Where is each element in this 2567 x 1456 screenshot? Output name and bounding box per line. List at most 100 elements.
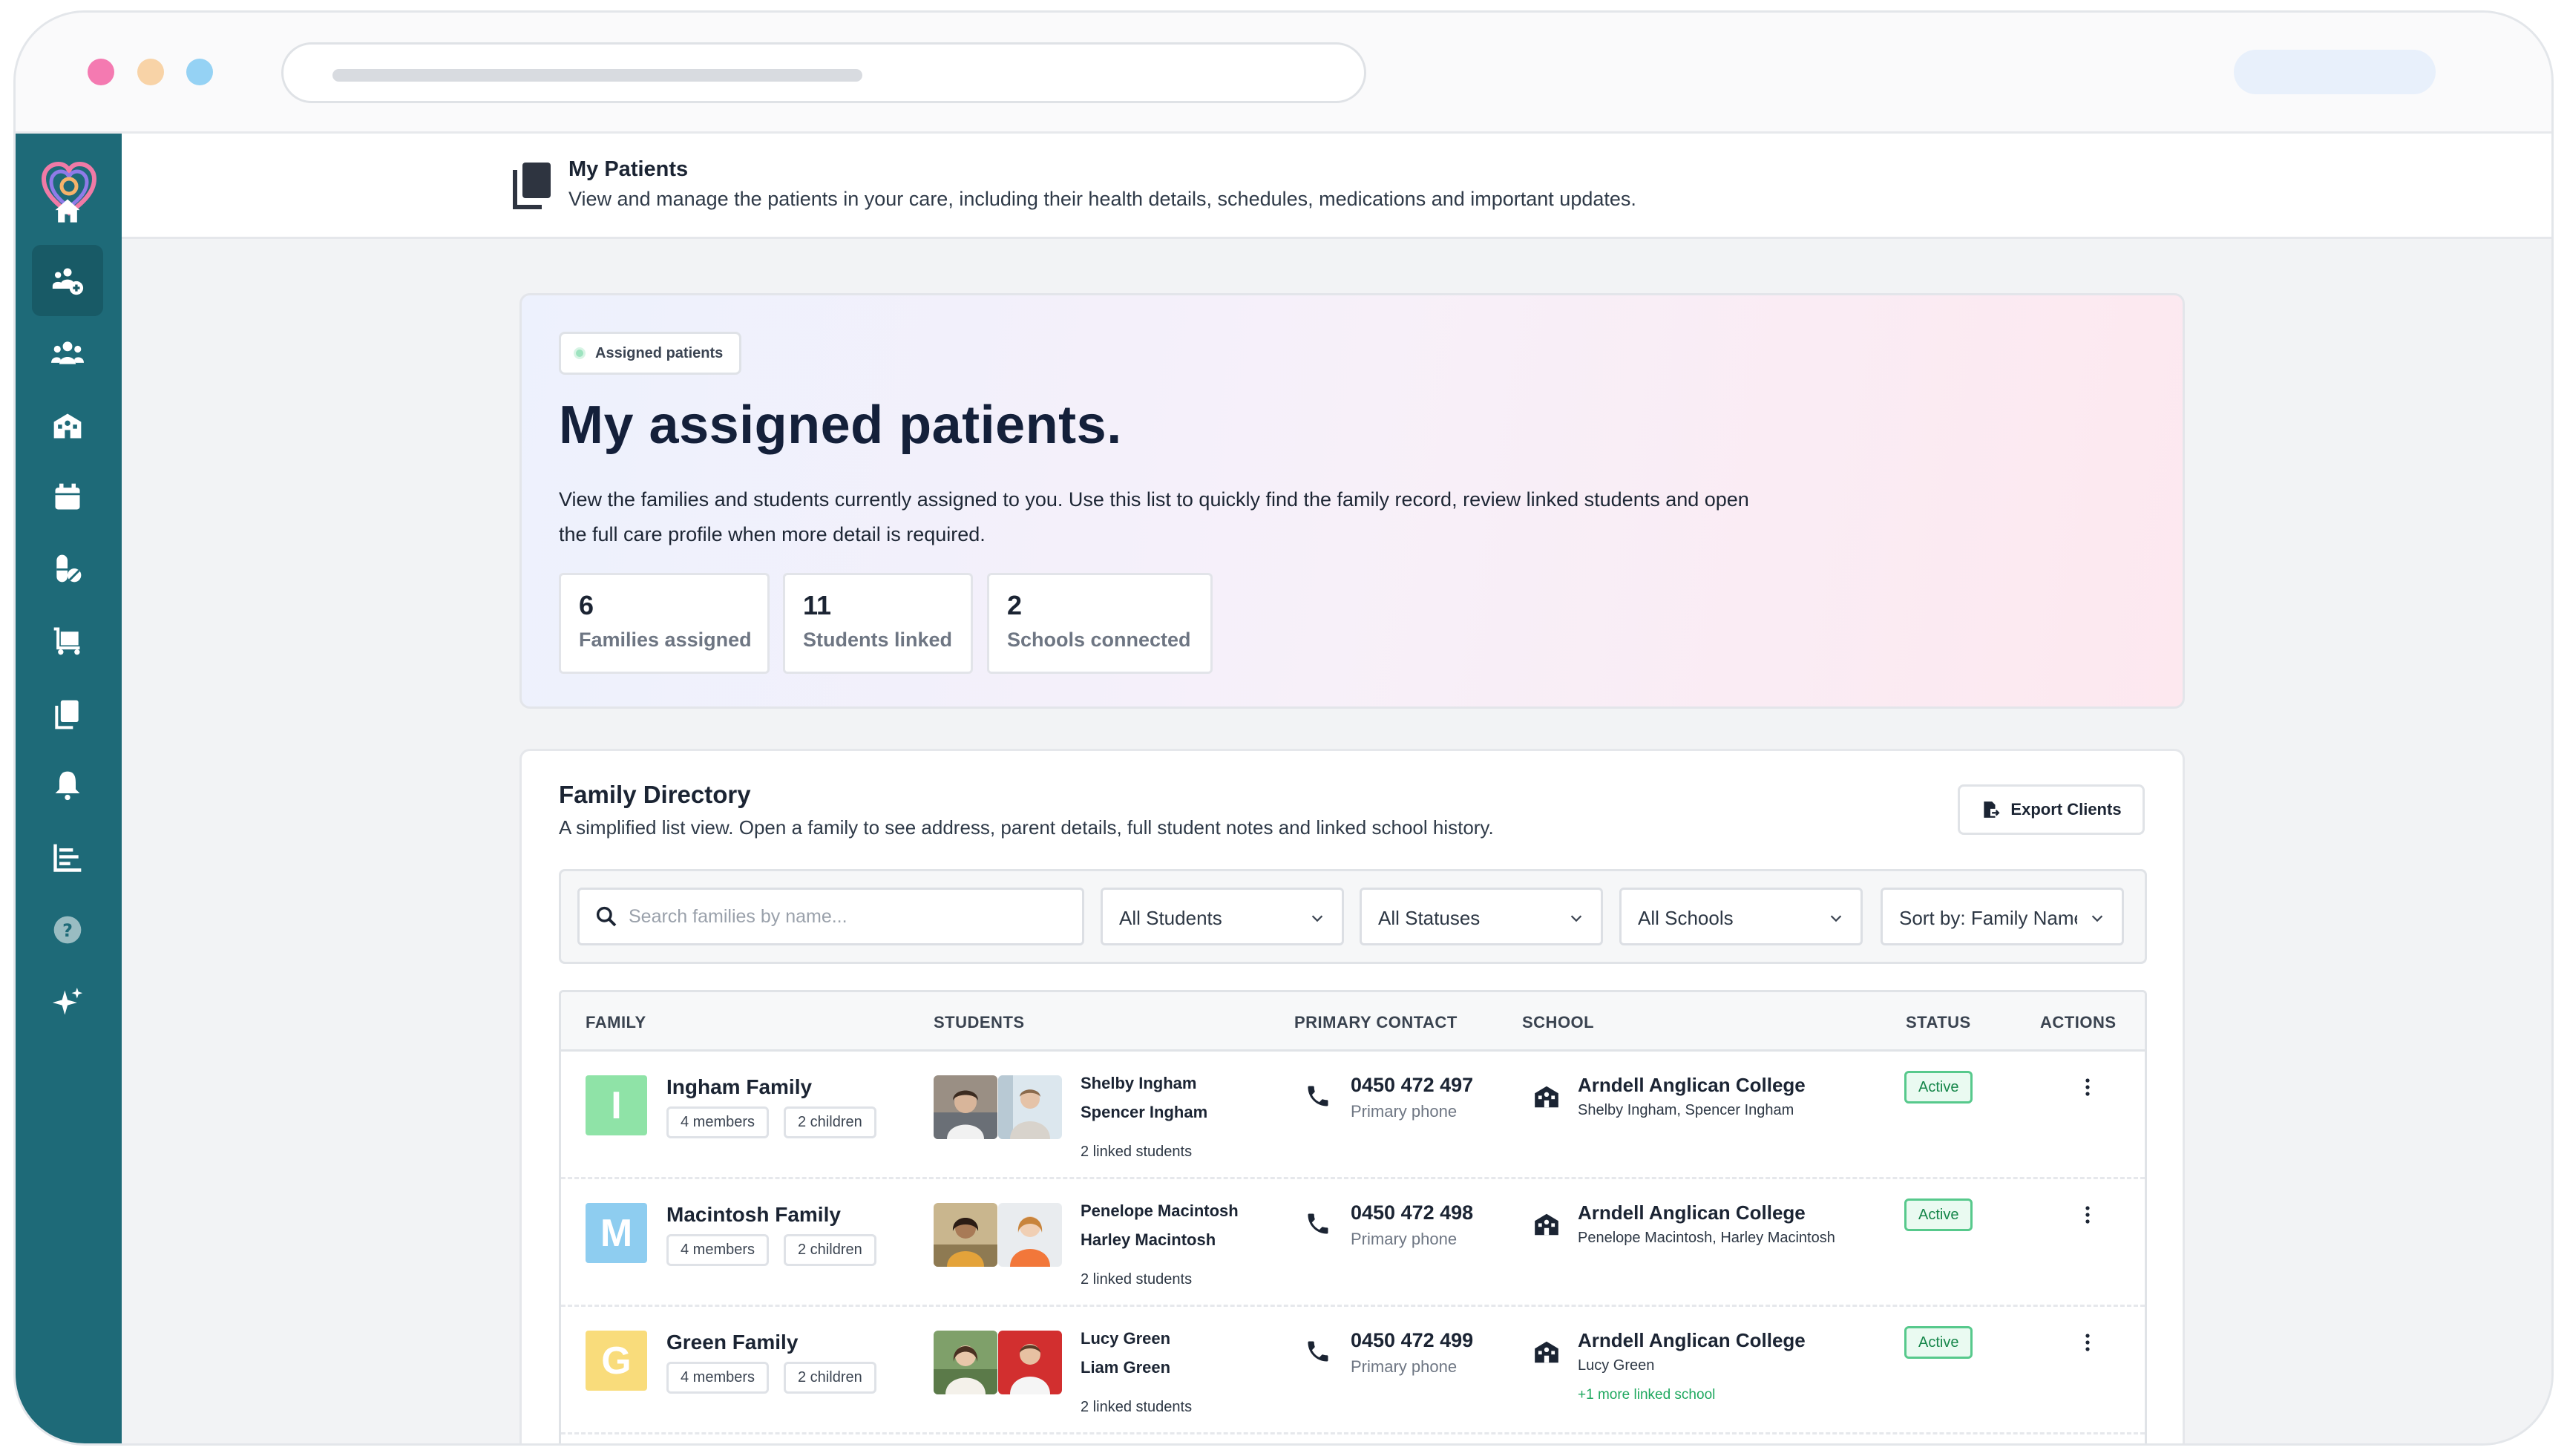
page-subtitle: View and manage the patients in your car… (568, 188, 1636, 210)
row-actions-button[interactable] (2076, 1328, 2099, 1357)
column-header-status[interactable]: STATUS (1906, 1013, 1971, 1032)
student-photo (998, 1203, 1062, 1267)
row-actions-button[interactable] (2076, 1200, 2099, 1230)
school-students: Shelby Ingham, Spencer Ingham (1578, 1102, 1794, 1118)
nav-home[interactable] (32, 176, 103, 247)
nav-manage-patients[interactable] (32, 245, 103, 316)
sparkles-icon (52, 987, 83, 1015)
stat-label: Families assigned (579, 629, 752, 651)
column-header-school[interactable]: SCHOOL (1522, 1013, 1594, 1032)
search-input[interactable] (629, 899, 1066, 934)
page-title: My Patients (568, 157, 689, 181)
nav-people[interactable] (32, 318, 103, 389)
statuses-filter-select[interactable]: All Statuses (1360, 888, 1603, 945)
family-name[interactable]: Macintosh Family (666, 1203, 841, 1227)
stat-students-linked: 11 Students linked (783, 573, 973, 674)
student-name[interactable]: Harley Macintosh (1081, 1230, 1216, 1250)
chevron-down-icon (2091, 915, 2103, 922)
family-avatar: G (586, 1331, 647, 1391)
members-badge: 4 members (666, 1234, 770, 1266)
school-name[interactable]: Arndell Anglican College (1578, 1329, 1806, 1352)
stat-schools-connected: 2 Schools connected (987, 573, 1213, 674)
phone-number[interactable]: 0450 472 498 (1351, 1201, 1473, 1224)
phone-icon (1308, 1086, 1328, 1106)
more-vertical-icon (2085, 1206, 2090, 1224)
school-name[interactable]: Arndell Anglican College (1578, 1201, 1806, 1224)
nav-medication[interactable] (32, 533, 103, 604)
reports-icon (53, 844, 82, 872)
select-value: All Statuses (1378, 907, 1481, 929)
filter-bar: All Students All Statuses All Schools So… (559, 869, 2147, 964)
school-icon (1535, 1213, 1558, 1236)
student-name[interactable]: Liam Green (1081, 1358, 1170, 1377)
column-header-family[interactable]: FAMILY (586, 1013, 646, 1032)
school-icon (1535, 1341, 1558, 1363)
select-value: All Students (1119, 907, 1222, 929)
schools-filter-select[interactable]: All Schools (1619, 888, 1863, 945)
family-avatar: I (586, 1075, 647, 1135)
stat-value: 6 (579, 590, 594, 620)
stat-value: 2 (1007, 590, 1023, 620)
assigned-patients-chip: Assigned patients (559, 332, 742, 375)
sort-select[interactable]: Sort by: Family Name (1881, 888, 2124, 945)
column-header-primary-contact[interactable]: PRIMARY CONTACT (1294, 1013, 1458, 1032)
chevron-down-icon (1311, 915, 1323, 922)
linked-students-count: 2 linked students (1081, 1271, 1193, 1288)
nav-calendar[interactable] (32, 462, 103, 533)
window-maximize-dot[interactable] (186, 59, 213, 85)
table-row[interactable]: M Macintosh Family 4 members 2 children … (561, 1179, 2145, 1307)
window-close-dot[interactable] (88, 59, 114, 85)
phone-icon (1308, 1341, 1328, 1362)
nav-cart[interactable] (32, 606, 103, 677)
nav-help[interactable]: ? (32, 894, 103, 965)
address-placeholder-line (332, 69, 862, 82)
more-linked-school-link[interactable]: +1 more linked school (1578, 1387, 1715, 1403)
status-badge: Active (1904, 1326, 1973, 1359)
student-photo (998, 1331, 1062, 1394)
export-clients-button[interactable]: Export Clients (1958, 784, 2145, 835)
svg-text:?: ? (62, 920, 73, 941)
student-name[interactable]: Spencer Ingham (1081, 1103, 1207, 1122)
nav-reports[interactable] (32, 822, 103, 893)
table-row[interactable]: I Ingham Family 4 members 2 children She… (561, 1052, 2145, 1179)
home-icon (55, 199, 80, 223)
phone-label: Primary phone (1351, 1102, 1458, 1121)
status-dot-icon (574, 347, 586, 359)
row-actions-button[interactable] (2076, 1072, 2099, 1102)
toolbar-action-button[interactable] (2234, 50, 2436, 94)
window-minimize-dot[interactable] (137, 59, 164, 85)
students-filter-select[interactable]: All Students (1101, 888, 1344, 945)
family-table: FAMILY STUDENTS PRIMARY CONTACT SCHOOL S… (559, 990, 2147, 1443)
manage-patients-icon (52, 268, 84, 295)
school-name[interactable]: Arndell Anglican College (1578, 1074, 1806, 1097)
address-bar[interactable] (281, 42, 1366, 103)
nav-documents[interactable] (32, 678, 103, 750)
phone-number[interactable]: 0450 472 497 (1351, 1074, 1473, 1097)
chevron-down-icon (1830, 915, 1842, 922)
student-name[interactable]: Penelope Macintosh (1081, 1201, 1239, 1221)
search-field[interactable] (577, 888, 1084, 945)
student-photo (934, 1203, 997, 1267)
directory-title: Family Directory (559, 781, 751, 808)
linked-students-count: 2 linked students (1081, 1144, 1193, 1160)
children-badge: 2 children (784, 1106, 876, 1138)
nav-assistant[interactable] (32, 967, 103, 1038)
family-name[interactable]: Green Family (666, 1331, 798, 1354)
documents-icon (55, 700, 79, 729)
stat-families-assigned: 6 Families assigned (559, 573, 770, 674)
student-name[interactable]: Shelby Ingham (1081, 1074, 1196, 1093)
nav-school[interactable] (32, 390, 103, 462)
family-name[interactable]: Ingham Family (666, 1075, 812, 1099)
stat-label: Students linked (803, 629, 953, 651)
sidebar: ? (16, 134, 122, 1443)
phone-number[interactable]: 0450 472 499 (1351, 1329, 1473, 1352)
column-header-students[interactable]: STUDENTS (934, 1013, 1025, 1032)
children-badge: 2 children (784, 1362, 876, 1394)
select-value: Sort by: Family Name (1899, 907, 2077, 929)
family-avatar: M (586, 1203, 647, 1263)
search-icon (596, 906, 617, 927)
nav-notifications[interactable] (32, 750, 103, 821)
school-students: Lucy Green (1578, 1357, 1655, 1374)
table-row[interactable]: G Green Family 4 members 2 children Lucy… (561, 1307, 2145, 1434)
student-name[interactable]: Lucy Green (1081, 1329, 1170, 1348)
